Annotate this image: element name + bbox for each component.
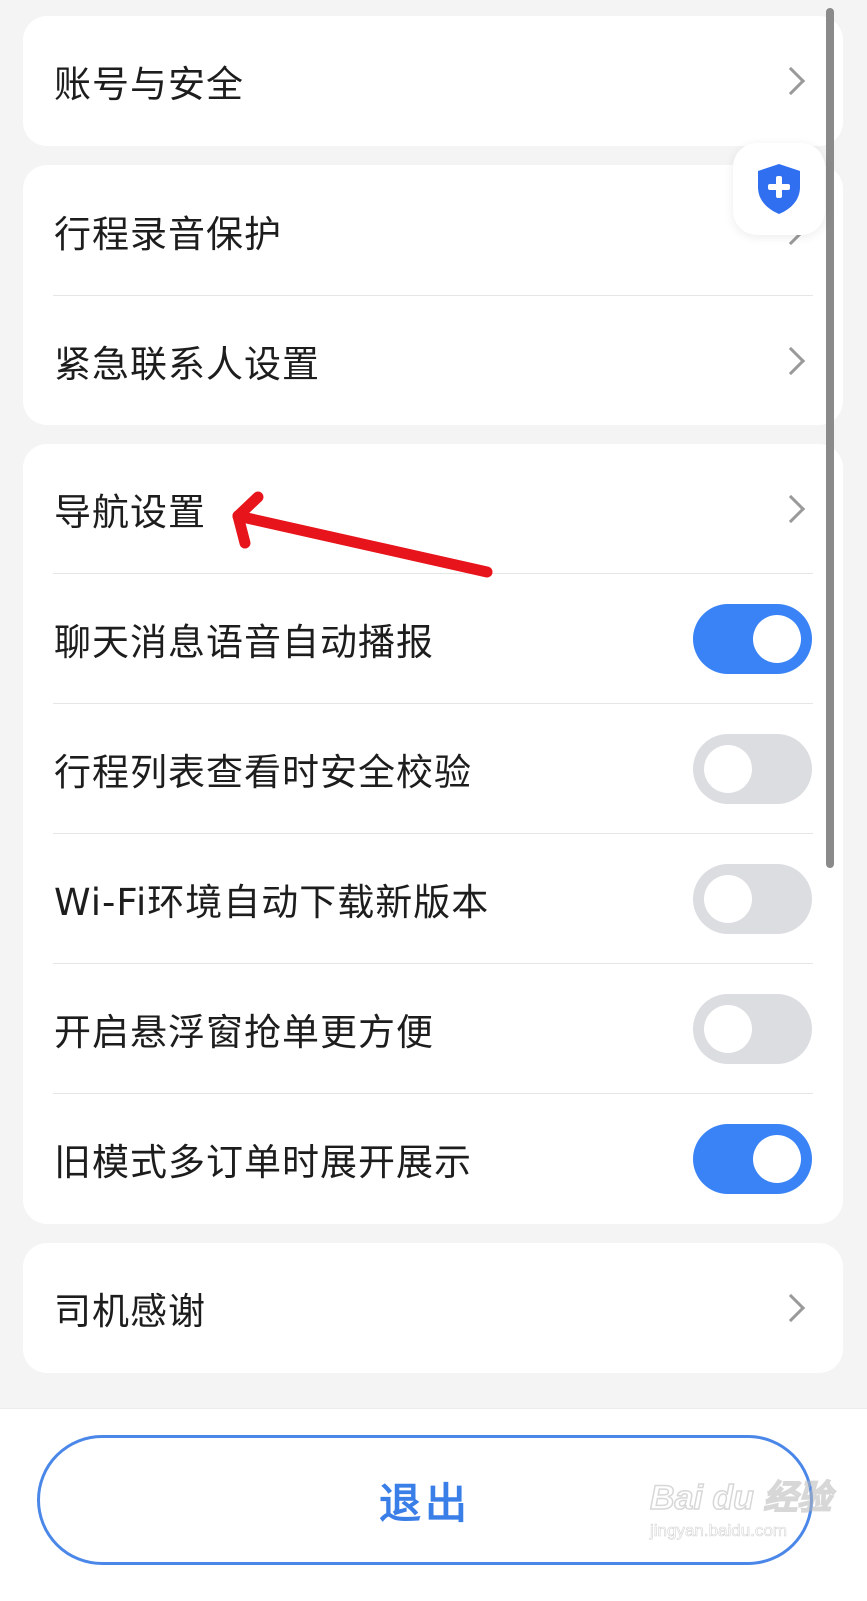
scrollbar[interactable] [826,8,834,868]
trip-recording-protection-row[interactable]: 行程录音保护 [23,165,843,296]
driver-thanks-row[interactable]: 司机感谢 [23,1243,843,1373]
wifi-auto-download-row: Wi-Fi环境自动下载新版本 [23,834,843,964]
chat-voice-autoplay-row: 聊天消息语音自动播报 [23,574,843,704]
account-card: 账号与安全 [23,16,843,146]
trip-recording-protection-label: 行程录音保护 [54,212,282,256]
toggle-knob [704,1005,752,1053]
trip-list-security-check-toggle[interactable] [693,734,812,804]
toggle-knob [753,1135,801,1183]
navigation-settings-row[interactable]: 导航设置 [23,444,843,574]
preferences-card: 导航设置 聊天消息语音自动播报 行程列表查看时安全校验 Wi-Fi环境自动下载新… [23,444,843,1224]
navigation-settings-label: 导航设置 [54,491,206,534]
toggle-knob [704,875,752,923]
chevron-right-icon [776,346,806,375]
account-security-label: 账号与安全 [54,63,244,106]
floating-window-label: 开启悬浮窗抢单更方便 [54,1011,434,1054]
driver-thanks-label: 司机感谢 [54,1290,206,1333]
shield-plus-icon [758,164,800,214]
toggle-knob [704,745,752,793]
floating-window-row: 开启悬浮窗抢单更方便 [23,964,843,1094]
trip-list-security-check-label: 行程列表查看时安全校验 [54,751,472,794]
wifi-auto-download-label: Wi-Fi环境自动下载新版本 [54,881,490,924]
chevron-right-icon [776,66,806,96]
trip-list-security-check-row: 行程列表查看时安全校验 [23,704,843,834]
bottom-bar: 退出 [0,1408,867,1601]
logout-button[interactable]: 退出 [37,1435,813,1565]
floating-window-toggle[interactable] [693,994,812,1064]
chevron-right-icon [776,494,806,524]
old-mode-multi-order-toggle[interactable] [693,1124,812,1194]
driver-thanks-card: 司机感谢 [23,1243,843,1373]
toggle-knob [753,615,801,663]
emergency-contacts-label: 紧急联系人设置 [54,342,320,386]
chevron-right-icon [776,1293,806,1323]
account-security-row[interactable]: 账号与安全 [23,16,843,146]
safety-shield-button[interactable] [733,143,825,235]
old-mode-multi-order-label: 旧模式多订单时展开展示 [54,1141,472,1184]
emergency-contacts-row[interactable]: 紧急联系人设置 [23,296,843,425]
safety-card: 行程录音保护 紧急联系人设置 [23,165,843,425]
old-mode-multi-order-row: 旧模式多订单时展开展示 [23,1094,843,1224]
chat-voice-autoplay-label: 聊天消息语音自动播报 [54,621,434,664]
chat-voice-autoplay-toggle[interactable] [693,604,812,674]
wifi-auto-download-toggle[interactable] [693,864,812,934]
logout-label: 退出 [378,1478,471,1528]
